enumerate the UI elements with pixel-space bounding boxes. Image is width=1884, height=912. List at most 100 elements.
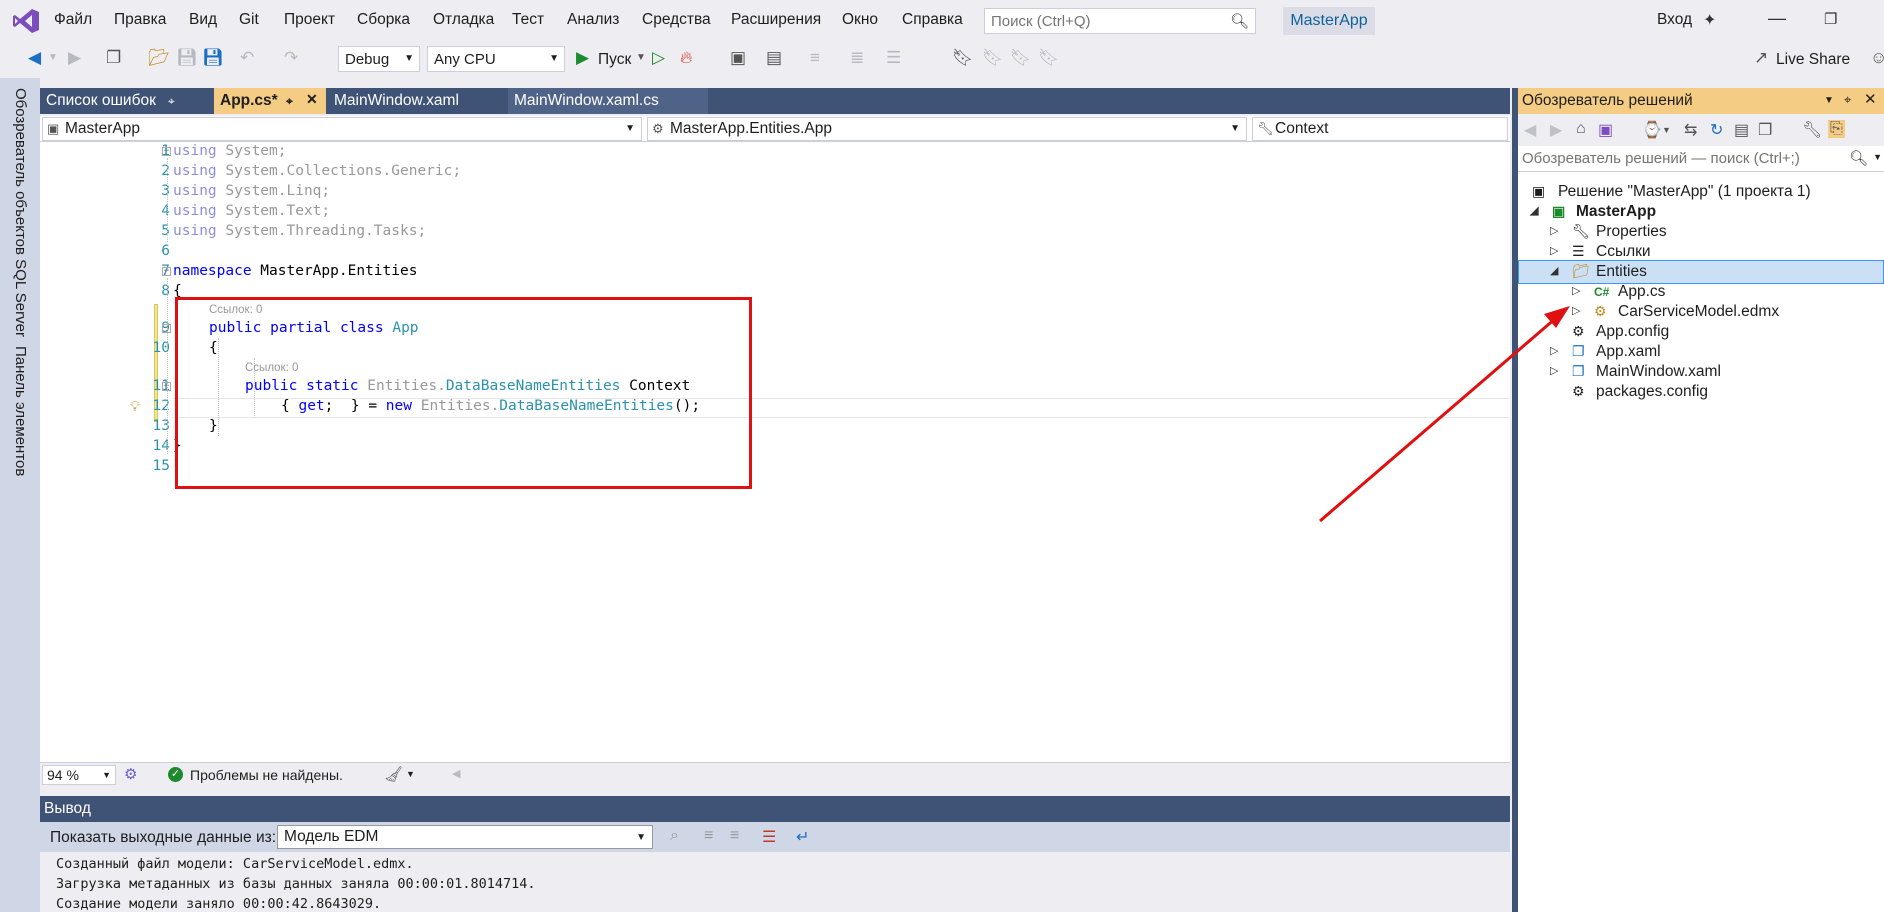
collapsed-arrow-icon[interactable]: ▷ [1550,244,1558,257]
chevron-down-icon[interactable]: ▼ [1824,95,1834,106]
scroll-left-icon[interactable]: ◀ [452,767,460,780]
menu-tools[interactable]: Средства [642,11,711,29]
menu-help[interactable]: Справка [902,11,963,29]
collapsed-arrow-icon[interactable]: ▷ [1550,224,1558,237]
feedback-icon[interactable]: ☺ [1870,48,1884,68]
comment-icon[interactable]: ☰ [886,48,901,68]
solution-search-input[interactable] [1522,150,1842,167]
menu-analyze[interactable]: Анализ [567,11,619,29]
clear-all-icon[interactable]: ☰ [762,827,776,847]
align-icon[interactable]: ≡ [810,48,820,68]
tab-mainwindow-xaml[interactable]: MainWindow.xaml [328,88,506,114]
preview-icon[interactable]: ⎘ [1828,120,1845,138]
save-all-icon[interactable]: 💾︎ [202,48,224,68]
config-select[interactable]: Debug ▼ [338,46,420,72]
clear-bookmarks-icon[interactable]: 🔖︎ [1038,48,1060,68]
layout-icon[interactable]: ▤ [766,48,782,68]
chevron-down-icon[interactable]: ▼ [1662,125,1671,135]
start-dropdown-icon[interactable]: ▼ [636,52,646,63]
member-combo[interactable]: 🔧︎ Context [1252,117,1508,141]
minimize-icon[interactable]: — [1768,8,1786,29]
menu-file[interactable]: Файл [54,11,92,29]
fold-toggle[interactable]: − [162,267,171,276]
sync-icon[interactable]: ⇆ [1684,120,1697,140]
back-icon[interactable]: ◀ [1524,120,1536,140]
collapsed-arrow-icon[interactable]: ▷ [1550,364,1558,377]
pin-icon[interactable]: ⌖ [168,94,175,109]
save-icon[interactable]: 💾︎ [176,48,198,68]
refresh-icon[interactable]: ↻ [1710,120,1723,140]
project-combo[interactable]: ▣ MasterApp ▼ [42,117,642,141]
expanded-arrow-icon[interactable]: ◢ [1530,204,1538,217]
toolbox-tab[interactable]: Панель элементов [12,346,29,476]
platform-select[interactable]: Any CPU ▼ [427,46,565,72]
collapsed-arrow-icon[interactable]: ▷ [1572,284,1580,297]
chevron-down-icon[interactable]: ▼ [406,769,415,779]
forward-icon[interactable]: ▶ [1550,120,1562,140]
forward-icon[interactable]: ▶ [68,48,81,68]
prev-message-icon[interactable]: ≡ [704,827,713,845]
indent-icon[interactable]: ≣ [850,48,864,68]
find-message-icon[interactable]: ⌕ [670,827,679,845]
zoom-select[interactable]: 94 % ▼ [42,765,116,785]
collapse-all-icon[interactable]: ▤ [1734,120,1749,140]
output-text-area[interactable]: Созданный файл модели: CarServiceModel.e… [40,852,1510,912]
back-dropdown-icon[interactable]: ▼ [48,52,58,63]
properties-icon[interactable]: 🔧︎ [1802,120,1822,140]
start-icon[interactable]: ▶ [576,48,589,68]
new-project-icon[interactable]: ❐ [106,48,121,68]
global-search-input[interactable] [991,12,1221,30]
live-share-button[interactable]: Live Share [1776,51,1850,69]
open-folder-icon[interactable]: 📂︎ [148,48,170,68]
next-message-icon[interactable]: ≡ [730,827,739,845]
fold-toggle[interactable]: − [162,147,171,156]
menu-build[interactable]: Сборка [357,11,410,29]
close-icon[interactable]: ✕ [306,91,318,108]
tree-item-packages-config[interactable]: ⚙ packages.config [1518,380,1884,404]
menu-project[interactable]: Проект [284,11,335,29]
prev-bookmark-icon[interactable]: 🔖︎ [982,48,1004,68]
menu-test[interactable]: Тест [512,11,544,29]
back-icon[interactable]: ◀ [28,48,41,68]
output-source-select[interactable]: Модель EDM ▼ [277,825,653,849]
pending-changes-icon[interactable]: ⌚ [1642,120,1662,140]
redo-icon[interactable]: ↷ [284,48,298,68]
hot-reload-icon[interactable]: 🔥︎ [680,48,692,68]
browse-icon[interactable]: ▣ [730,48,746,68]
menu-window[interactable]: Окно [842,11,878,29]
issues-status[interactable]: Проблемы не найдены. [190,767,343,783]
home-icon[interactable]: ⌂ [1576,120,1586,138]
word-wrap-icon[interactable]: ↵ [796,827,809,847]
menu-debug[interactable]: Отладка [433,11,494,29]
sign-in-link[interactable]: Вход [1657,11,1692,29]
bookmark-icon[interactable]: 🔖︎ [952,48,974,68]
menu-extensions[interactable]: Расширения [731,11,821,29]
next-bookmark-icon[interactable]: 🔖︎ [1010,48,1032,68]
pin-icon[interactable]: ⌖ [286,94,293,109]
expanded-arrow-icon[interactable]: ◢ [1550,264,1558,277]
account-icon[interactable]: ✦ [1703,10,1716,30]
type-combo[interactable]: ⚙ MasterApp.Entities.App ▼ [647,117,1247,141]
sql-object-explorer-tab[interactable]: Обозреватель объектов SQL Server [12,88,29,337]
menu-view[interactable]: Вид [189,11,217,29]
start-without-debug-icon[interactable]: ▷ [652,48,665,68]
chevron-down-icon[interactable]: ▼ [1873,152,1882,162]
show-all-files-icon[interactable]: ❐ [1758,120,1772,140]
global-search[interactable]: 🔍︎ [984,8,1256,34]
collapsed-arrow-icon[interactable]: ▷ [1550,344,1558,357]
tab-mainwindow-xaml-cs[interactable]: MainWindow.xaml.cs [508,88,708,114]
undo-icon[interactable]: ↶ [240,48,254,68]
menu-git[interactable]: Git [239,11,259,29]
collapsed-arrow-icon[interactable]: ▷ [1572,304,1580,317]
code-cleanup-icon[interactable]: 🧹︎ [384,765,403,783]
tab-error-list[interactable]: Список ошибок ⌖ [40,88,210,114]
tab-app-cs[interactable]: App.cs* ⌖ ✕ [214,88,326,114]
pin-icon[interactable]: ⌖ [1844,92,1851,108]
menu-edit[interactable]: Правка [114,11,166,29]
close-icon[interactable]: ✕ [1864,90,1877,108]
start-button[interactable]: Пуск [598,51,631,69]
visual-studio-logo-icon[interactable] [12,8,40,34]
switch-views-icon[interactable]: ▣ [1598,120,1613,140]
copilot-icon[interactable]: ⚙ [124,765,137,783]
solution-search[interactable]: 🔍︎ ▼ [1518,146,1884,172]
